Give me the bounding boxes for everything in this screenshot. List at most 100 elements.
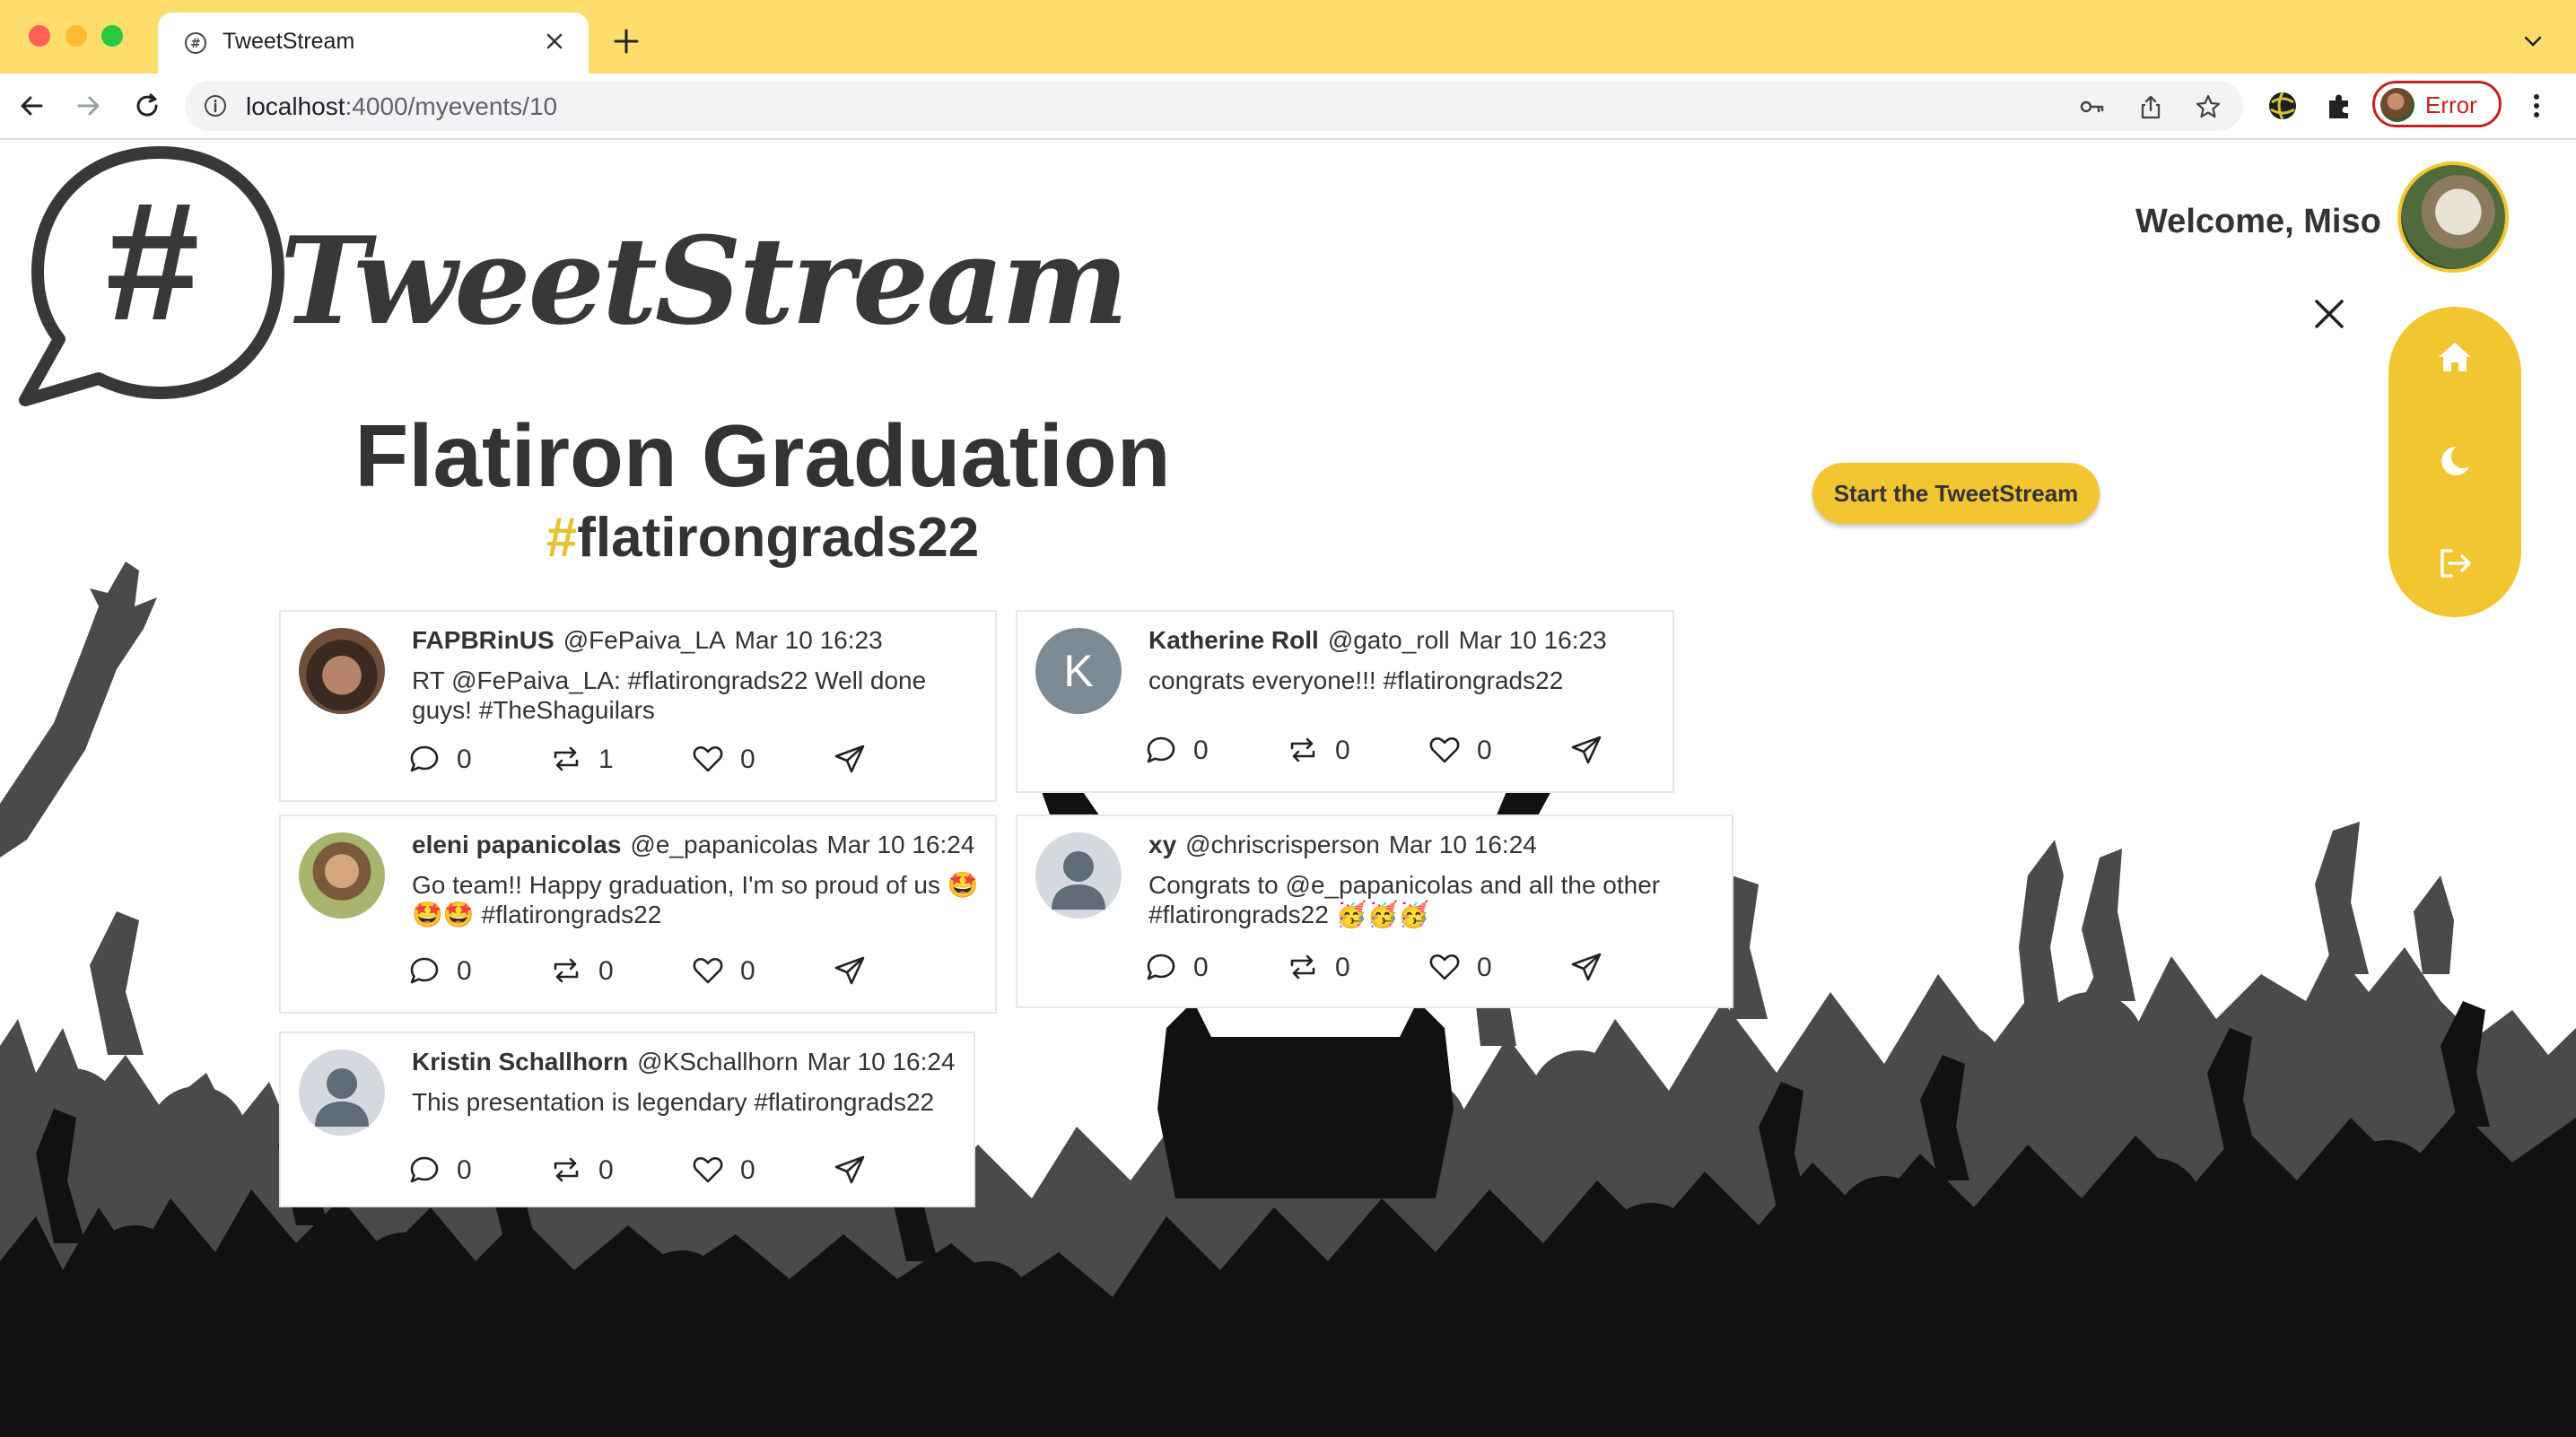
tweet-text-line: guys! #TheShaguilars bbox=[412, 696, 655, 724]
retweet-icon bbox=[1290, 954, 1315, 980]
url-host: localhost bbox=[246, 92, 345, 120]
tweet-author-name[interactable]: FAPBRinUS bbox=[412, 626, 554, 654]
close-menu-icon[interactable] bbox=[2311, 296, 2347, 332]
svg-text:#: # bbox=[190, 37, 201, 51]
tweet-author-name[interactable]: Kristin Schallhorn bbox=[412, 1048, 628, 1076]
tweet-header: Kristin Schallhorn @KSchallhorn Mar 10 16:… bbox=[412, 1048, 956, 1076]
window-close-button[interactable] bbox=[29, 25, 50, 47]
heart-icon bbox=[693, 1156, 723, 1183]
tweet-author-name[interactable]: eleni papanicolas bbox=[412, 831, 621, 858]
tweet-timestamp: Mar 10 16:23 bbox=[734, 626, 883, 654]
browser-tab[interactable]: # TweetStream bbox=[158, 13, 589, 74]
hashtag-symbol: # bbox=[546, 507, 578, 569]
tweet-author-avatar[interactable]: K bbox=[1035, 628, 1122, 714]
default-avatar-icon bbox=[315, 1068, 369, 1127]
more-menu-icon[interactable] bbox=[2523, 90, 2550, 122]
tweet-card[interactable]: xy @chriscrisperson Mar 10 16:24 Congrats … bbox=[1016, 814, 1733, 1008]
moon-icon[interactable] bbox=[2435, 441, 2475, 481]
retweet-icon bbox=[1290, 737, 1315, 762]
window-zoom-button[interactable] bbox=[101, 25, 123, 47]
heart-icon bbox=[1429, 954, 1460, 980]
tweet-text-line: RT @FePaiva_LA: #flatirongrads22 Well do… bbox=[412, 666, 927, 694]
tweet-author-avatar[interactable] bbox=[299, 1049, 385, 1136]
user-avatar[interactable] bbox=[2397, 161, 2509, 273]
tweet-header: Katherine Roll @gato_roll Mar 10 16:23 bbox=[1148, 626, 1607, 655]
like-count: 0 bbox=[1477, 953, 1492, 982]
side-nav-menu bbox=[2388, 307, 2521, 617]
address-bar[interactable]: localhost:4000/myevents/10 bbox=[185, 81, 2243, 131]
start-tweetstream-button[interactable]: Start the TweetStream bbox=[1812, 463, 2100, 524]
tab-close-icon[interactable] bbox=[542, 29, 567, 54]
heart-icon bbox=[1429, 736, 1460, 763]
tweet-timestamp: Mar 10 16:24 bbox=[807, 1048, 956, 1076]
retweet-count: 0 bbox=[598, 1155, 614, 1185]
logo-wordmark: TweetStream bbox=[280, 210, 1129, 352]
tweet-card[interactable]: Kristin Schallhorn @KSchallhorn Mar 10 16:… bbox=[279, 1032, 975, 1207]
tweet-author-name[interactable]: Katherine Roll bbox=[1148, 626, 1319, 654]
bookmark-star-icon[interactable] bbox=[2195, 93, 2222, 120]
browser-toolbar: localhost:4000/myevents/10 Error bbox=[0, 74, 2576, 140]
tweet-timestamp: Mar 10 16:24 bbox=[826, 831, 975, 858]
tweet-text-line: This presentation is legendary #flatiron… bbox=[412, 1088, 935, 1116]
tweet-timestamp: Mar 10 16:23 bbox=[1458, 626, 1607, 654]
profile-error-button[interactable]: Error bbox=[2372, 81, 2502, 127]
key-icon[interactable] bbox=[2078, 93, 2105, 120]
tweet-author-avatar[interactable] bbox=[1035, 832, 1122, 919]
reply-count: 0 bbox=[457, 956, 472, 986]
retweet-count: 0 bbox=[1335, 736, 1350, 765]
back-arrow-icon[interactable] bbox=[16, 90, 48, 122]
tweet-author-name[interactable]: xy bbox=[1148, 831, 1176, 858]
window-minimize-button[interactable] bbox=[65, 25, 87, 47]
profile-error-label: Error bbox=[2425, 91, 2477, 118]
tweet-author-avatar[interactable] bbox=[299, 832, 385, 919]
home-icon[interactable] bbox=[2435, 337, 2475, 377]
tweet-header: FAPBRinUS @FePaiva_LA Mar 10 16:23 bbox=[412, 626, 883, 655]
retweet-count: 1 bbox=[598, 745, 614, 774]
tweet-header: eleni papanicolas @e_papanicolas Mar 10 16… bbox=[412, 831, 974, 859]
reply-count: 0 bbox=[1193, 736, 1209, 765]
tweet-author-handle[interactable]: @FePaiva_LA bbox=[563, 626, 726, 654]
url-path: :4000/myevents/10 bbox=[345, 92, 558, 120]
tweet-text: This presentation is legendary #flatiron… bbox=[412, 1087, 934, 1117]
retweet-count: 0 bbox=[1335, 953, 1350, 982]
profile-avatar bbox=[2380, 88, 2414, 122]
tweet-card[interactable]: FAPBRinUS @FePaiva_LA Mar 10 16:23 RT @FeP… bbox=[279, 610, 997, 802]
tweet-text-line: 🤩🤩 #flatirongrads22 bbox=[412, 901, 662, 928]
forward-arrow-icon[interactable] bbox=[72, 90, 104, 122]
tweet-text-line: #flatirongrads22 🥳🥳🥳 bbox=[1148, 901, 1430, 928]
tweet-author-handle[interactable]: @e_papanicolas bbox=[630, 831, 817, 858]
reload-icon[interactable] bbox=[131, 90, 163, 122]
tweet-text-line: congrats everyone!!! #flatirongrads22 bbox=[1148, 666, 1564, 694]
tweet-text: RT @FePaiva_LA: #flatirongrads22 Well do… bbox=[412, 666, 926, 725]
reply-icon bbox=[410, 745, 439, 772]
url-text: localhost:4000/myevents/10 bbox=[246, 92, 557, 121]
tweet-author-handle[interactable]: @gato_roll bbox=[1328, 626, 1450, 654]
heart-icon bbox=[693, 745, 723, 772]
event-hashtag: #flatirongrads22 bbox=[314, 506, 1211, 570]
info-icon[interactable] bbox=[203, 93, 228, 118]
tweet-author-avatar[interactable] bbox=[299, 628, 385, 714]
tab-title: TweetStream bbox=[223, 29, 355, 54]
extensions-puzzle-icon[interactable] bbox=[2324, 90, 2356, 122]
favicon-icon: # bbox=[185, 32, 206, 54]
default-avatar-icon bbox=[1052, 851, 1105, 910]
tweet-card[interactable]: eleni papanicolas @e_papanicolas Mar 10 16… bbox=[279, 814, 997, 1014]
heart-icon bbox=[693, 957, 723, 984]
like-count: 0 bbox=[740, 745, 755, 774]
svg-text:#: # bbox=[106, 167, 200, 355]
event-title: Flatiron Graduation bbox=[354, 406, 1171, 505]
tweet-text: Congrats to @e_papanicolas and all the o… bbox=[1148, 870, 1660, 929]
tweet-card[interactable]: K Katherine Roll @gato_roll Mar 10 16:23 c… bbox=[1016, 610, 1674, 793]
new-tab-icon[interactable] bbox=[610, 25, 642, 57]
tweet-author-handle[interactable]: @chriscrisperson bbox=[1185, 831, 1380, 858]
chevron-down-icon[interactable] bbox=[2522, 30, 2544, 52]
share-icon[interactable] bbox=[2137, 93, 2164, 120]
logout-icon[interactable] bbox=[2435, 544, 2475, 583]
retweet-icon bbox=[554, 1157, 579, 1182]
extension-globe-icon[interactable] bbox=[2266, 90, 2299, 122]
tweet-timestamp: Mar 10 16:24 bbox=[1388, 831, 1537, 858]
send-icon bbox=[834, 956, 865, 985]
tweet-author-handle[interactable]: @KSchallhorn bbox=[637, 1048, 798, 1076]
tweet-text: congrats everyone!!! #flatirongrads22 bbox=[1148, 666, 1563, 695]
tweet-text: Go team!! Happy graduation, I'm so proud… bbox=[412, 870, 979, 929]
